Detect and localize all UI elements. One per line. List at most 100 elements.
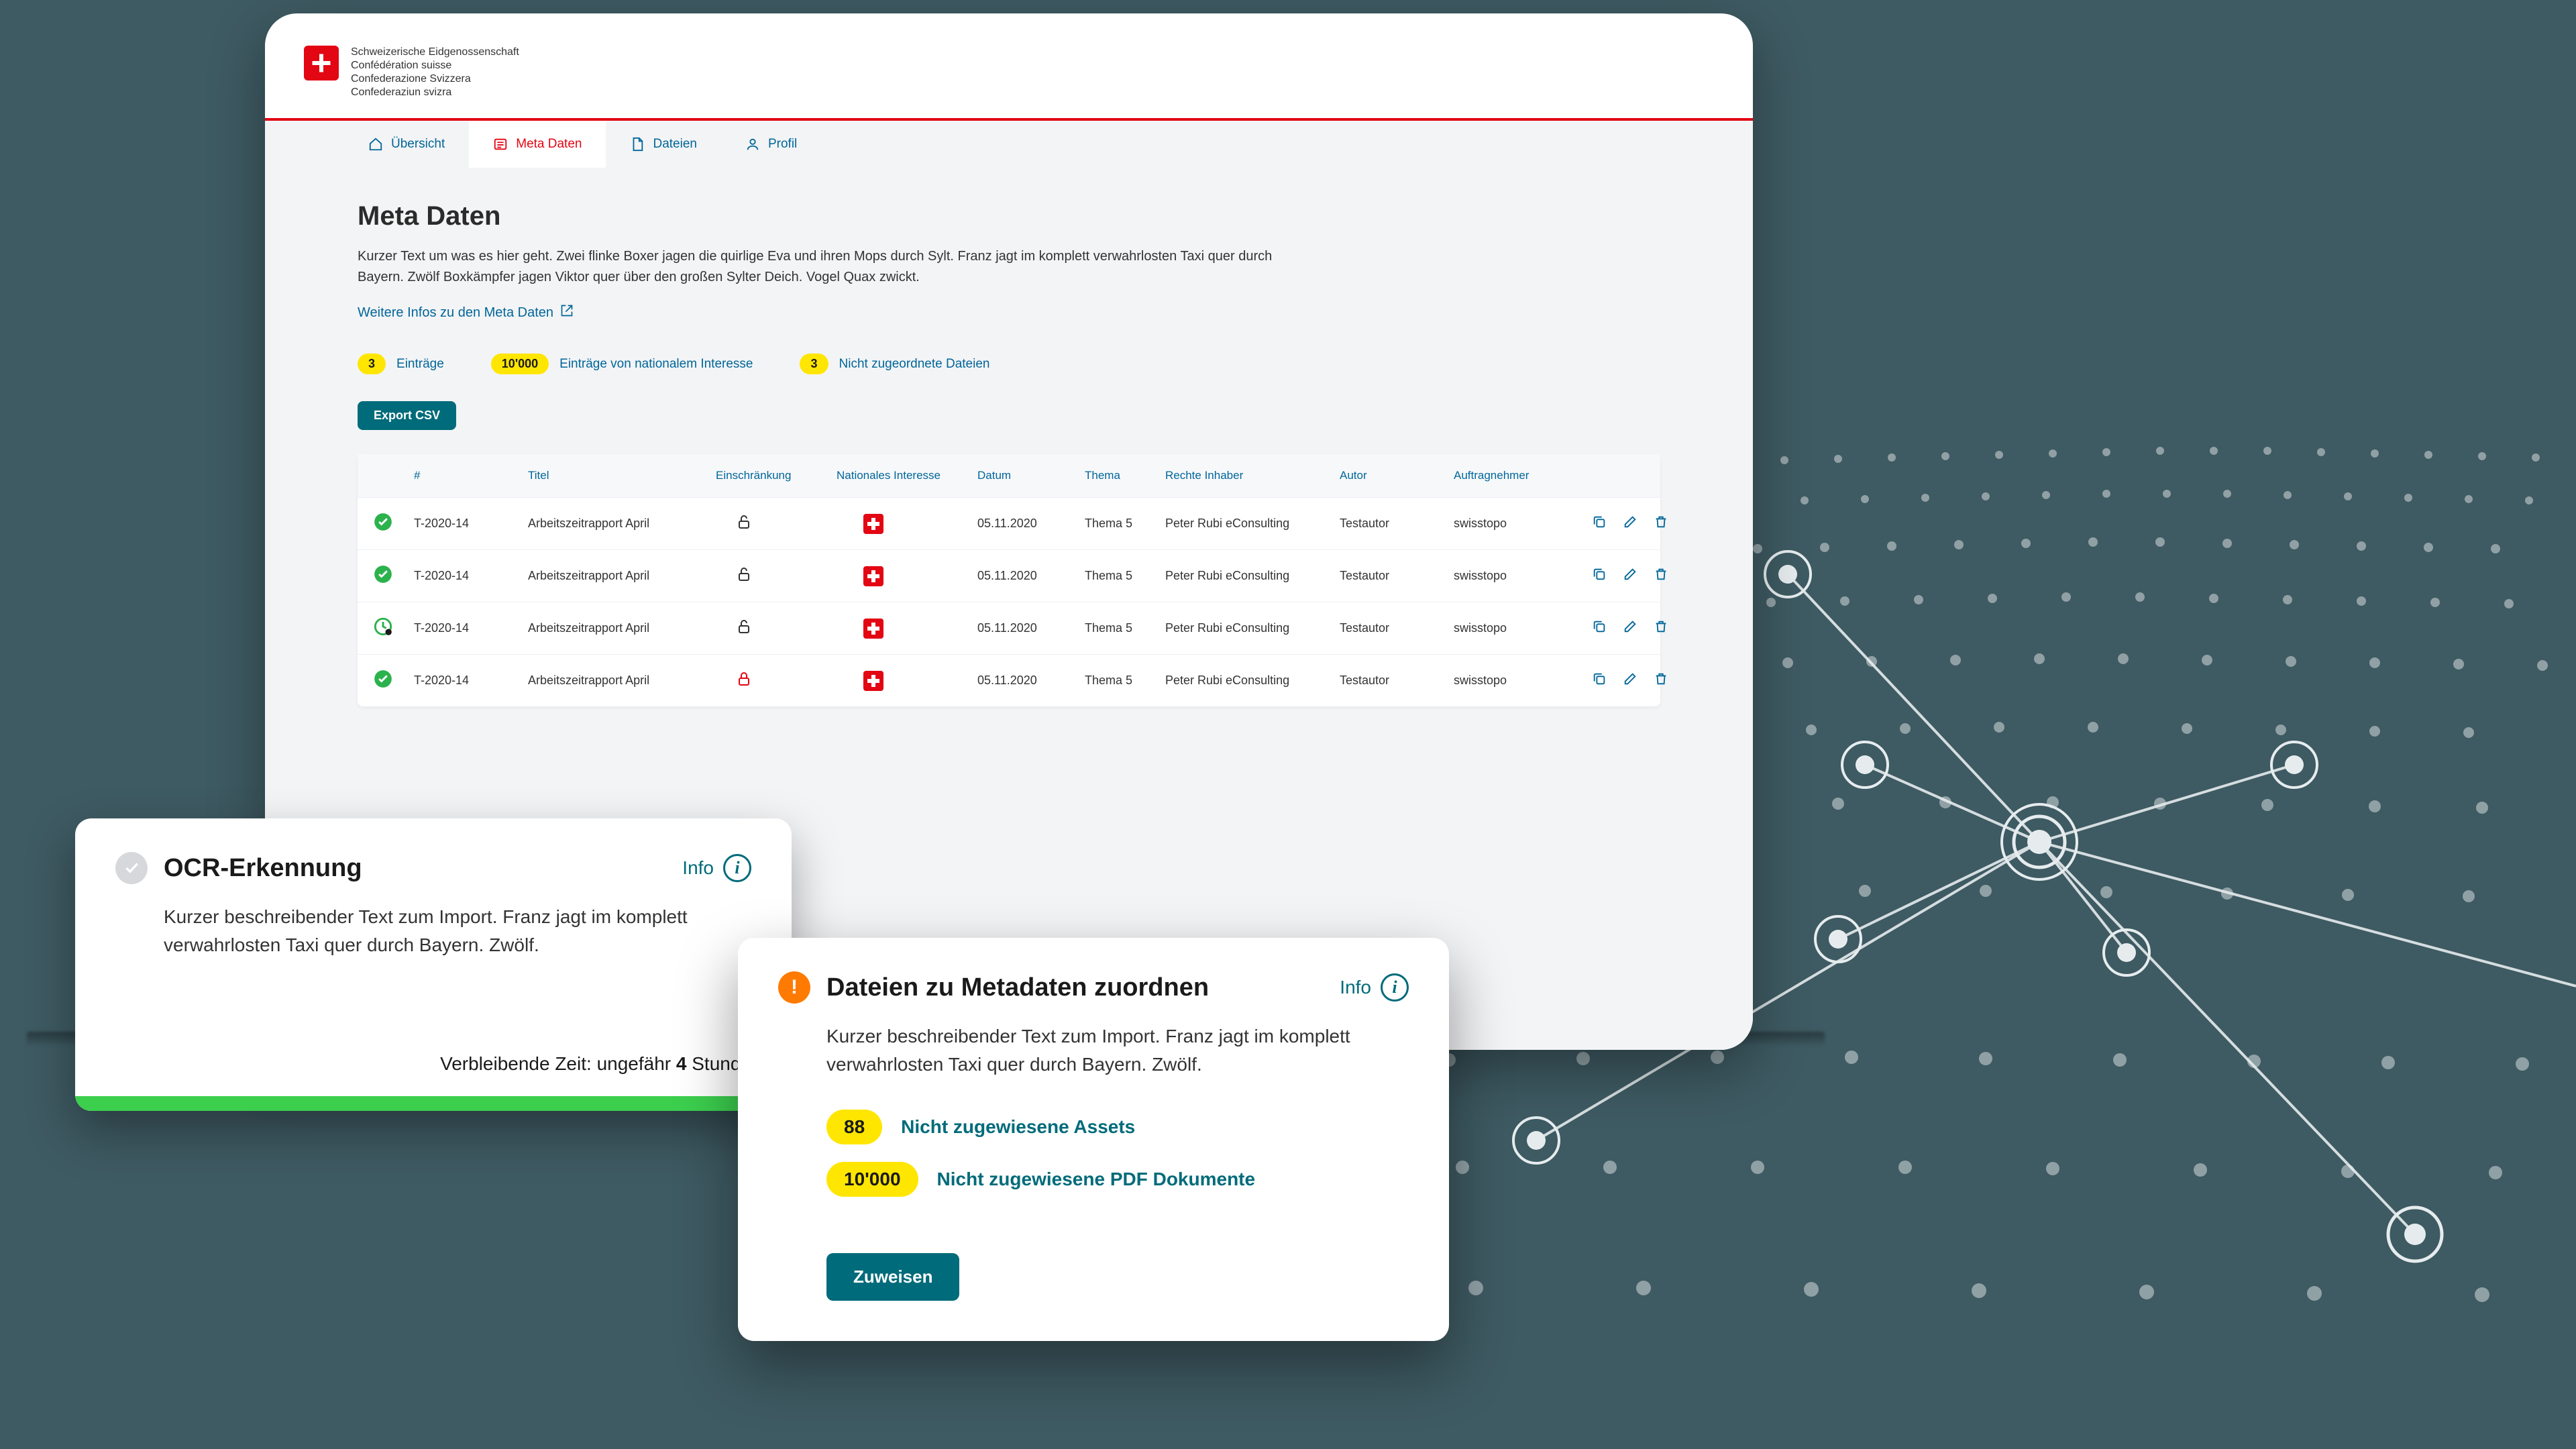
summary-row: 3 Einträge 10'000 Einträge von nationale…: [358, 354, 1660, 374]
count-badge: 10'000: [491, 354, 549, 374]
table-row[interactable]: T-2020-14Arbeitszeitrapport April 05.11.2…: [358, 602, 1660, 654]
col-date[interactable]: Datum: [977, 469, 1085, 482]
warning-circle-icon: !: [778, 971, 810, 1004]
cell-topic: Thema 5: [1085, 569, 1165, 583]
status-icon: [374, 617, 414, 639]
col-id[interactable]: #: [414, 469, 528, 482]
tab-files[interactable]: Dateien: [606, 121, 721, 168]
edit-icon[interactable]: [1623, 619, 1638, 637]
tab-label: Dateien: [653, 137, 697, 152]
cell-contractor: swisstopo: [1454, 674, 1568, 688]
unassigned-pdf-link[interactable]: Nicht zugewiesene PDF Dokumente: [937, 1169, 1256, 1190]
external-link-icon: [560, 304, 574, 321]
tab-overview[interactable]: Übersicht: [344, 121, 469, 168]
edit-icon[interactable]: [1623, 672, 1638, 690]
app-header: Schweizerische Eidgenossenschaft Confédé…: [265, 13, 1753, 121]
metadata-info-link[interactable]: Weitere Infos zu den Meta Daten: [358, 304, 574, 321]
delete-icon[interactable]: [1654, 515, 1668, 533]
unassigned-assets-link[interactable]: Nicht zugewiesene Assets: [901, 1116, 1135, 1138]
delete-icon[interactable]: [1654, 619, 1668, 637]
tab-profile[interactable]: Profil: [721, 121, 821, 168]
summary-label: Einträge: [396, 357, 444, 372]
assign-button[interactable]: Zuweisen: [826, 1253, 959, 1301]
copy-icon[interactable]: [1592, 515, 1607, 533]
stat-unassigned-assets: 88 Nicht zugewiesene Assets: [778, 1110, 1409, 1144]
col-owner[interactable]: Rechte Inhaber: [1165, 469, 1340, 482]
table-row[interactable]: T-2020-14Arbeitszeitrapport April 05.11.2…: [358, 549, 1660, 602]
col-topic[interactable]: Thema: [1085, 469, 1165, 482]
assign-card: ! Dateien zu Metadaten zuordnen Info i K…: [738, 938, 1449, 1341]
col-restriction[interactable]: Einschränkung: [716, 469, 837, 482]
cell-topic: Thema 5: [1085, 674, 1165, 688]
cell-id: T-2020-14: [414, 517, 528, 531]
cell-author: Testautor: [1340, 517, 1454, 531]
cell-date: 05.11.2020: [977, 621, 1085, 635]
delete-icon[interactable]: [1654, 567, 1668, 585]
status-icon: [374, 669, 414, 692]
tab-metadata[interactable]: Meta Daten: [469, 121, 606, 168]
status-icon: [374, 513, 414, 535]
summary-entries[interactable]: 3 Einträge: [358, 354, 444, 374]
row-actions: [1568, 619, 1668, 637]
summary-label: Nicht zugeordnete Dateien: [839, 357, 990, 372]
cell-date: 05.11.2020: [977, 517, 1085, 531]
cell-author: Testautor: [1340, 621, 1454, 635]
ocr-remaining: Verbleibende Zeit: ungefähr 4 Stunde: [115, 1040, 751, 1096]
brand: Schweizerische Eidgenossenschaft Confédé…: [304, 46, 1714, 99]
swiss-flag-icon: [837, 514, 977, 534]
table-row[interactable]: T-2020-14Arbeitszeitrapport April 05.11.2…: [358, 497, 1660, 549]
count-badge: 3: [358, 354, 386, 374]
copy-icon[interactable]: [1592, 619, 1607, 637]
delete-icon[interactable]: [1654, 672, 1668, 690]
count-badge: 3: [800, 354, 828, 374]
brand-line: Confederazione Svizzera: [351, 72, 519, 86]
brand-line: Schweizerische Eidgenossenschaft: [351, 46, 519, 59]
summary-unassigned[interactable]: 3 Nicht zugeordnete Dateien: [800, 354, 989, 374]
cell-owner: Peter Rubi eConsulting: [1165, 569, 1340, 583]
cell-title: Arbeitszeitrapport April: [528, 517, 716, 531]
edit-icon[interactable]: [1623, 567, 1638, 585]
brand-line: Confédération suisse: [351, 59, 519, 72]
info-label: Info: [1340, 977, 1371, 998]
cell-owner: Peter Rubi eConsulting: [1165, 621, 1340, 635]
copy-icon[interactable]: [1592, 567, 1607, 585]
row-actions: [1568, 567, 1668, 585]
info-label: Info: [682, 857, 714, 879]
home-icon: [368, 137, 383, 152]
ocr-info-link[interactable]: Info i: [682, 854, 751, 882]
card-header: OCR-Erkennung Info i: [115, 852, 751, 884]
cell-id: T-2020-14: [414, 621, 528, 635]
status-icon: [374, 565, 414, 587]
cell-id: T-2020-14: [414, 569, 528, 583]
cell-title: Arbeitszeitrapport April: [528, 621, 716, 635]
assign-info-link[interactable]: Info i: [1340, 973, 1409, 1002]
col-title[interactable]: Titel: [528, 469, 716, 482]
tab-bar: Übersicht Meta Daten Dateien Profil: [265, 121, 1753, 168]
lock-icon: [716, 514, 837, 533]
ocr-card: OCR-Erkennung Info i Kurzer beschreibend…: [75, 818, 792, 1111]
assign-title: Dateien zu Metadaten zuordnen: [826, 973, 1209, 1002]
col-national[interactable]: Nationales Interesse: [837, 469, 977, 482]
cell-title: Arbeitszeitrapport April: [528, 569, 716, 583]
table-row[interactable]: T-2020-14Arbeitszeitrapport April05.11.2…: [358, 654, 1660, 706]
copy-icon[interactable]: [1592, 672, 1607, 690]
info-icon: i: [723, 854, 751, 882]
list-icon: [493, 137, 508, 152]
cell-author: Testautor: [1340, 674, 1454, 688]
cell-topic: Thema 5: [1085, 621, 1165, 635]
export-csv-button[interactable]: Export CSV: [358, 401, 456, 430]
col-author[interactable]: Autor: [1340, 469, 1454, 482]
cell-owner: Peter Rubi eConsulting: [1165, 517, 1340, 531]
table-header: # Titel Einschränkung Nationales Interes…: [358, 454, 1660, 497]
page-title: Meta Daten: [358, 201, 1660, 231]
col-contractor[interactable]: Auftragnehmer: [1454, 469, 1568, 482]
count-badge: 88: [826, 1110, 882, 1144]
progress-bar: [75, 1096, 792, 1111]
lock-icon: [716, 566, 837, 586]
cell-date: 05.11.2020: [977, 569, 1085, 583]
lock-icon: [716, 671, 837, 690]
file-icon: [630, 137, 645, 152]
summary-national[interactable]: 10'000 Einträge von nationalem Interesse: [491, 354, 753, 374]
edit-icon[interactable]: [1623, 515, 1638, 533]
cell-contractor: swisstopo: [1454, 517, 1568, 531]
